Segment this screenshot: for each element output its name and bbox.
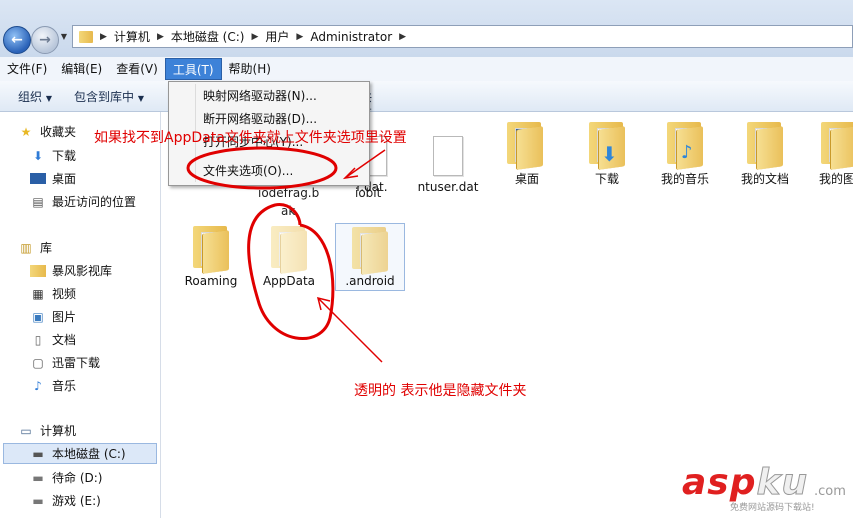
arrow-line-bottom (317, 297, 383, 363)
watermark-logo: aspku (682, 462, 809, 504)
watermark-subtitle: 免费网站源码下载站! (730, 503, 815, 513)
arrow-line-top (344, 149, 386, 179)
annotation-overlay (186, 146, 386, 363)
highlight-circle-appdata (247, 203, 335, 341)
watermark: aspku .com 免费网站源码下载站! (682, 462, 850, 514)
watermark-brand-b: ku (756, 462, 809, 504)
watermark-tld: .com (814, 484, 846, 499)
highlight-circle-folder-options (186, 146, 338, 190)
annotation-top-note: 如果找不到AppData文件夹就上文件夹选项里设置 (94, 130, 407, 146)
watermark-brand-a: asp (682, 462, 757, 503)
annotation-bottom-note: 透明的 表示他是隐藏文件夹 (354, 383, 527, 399)
